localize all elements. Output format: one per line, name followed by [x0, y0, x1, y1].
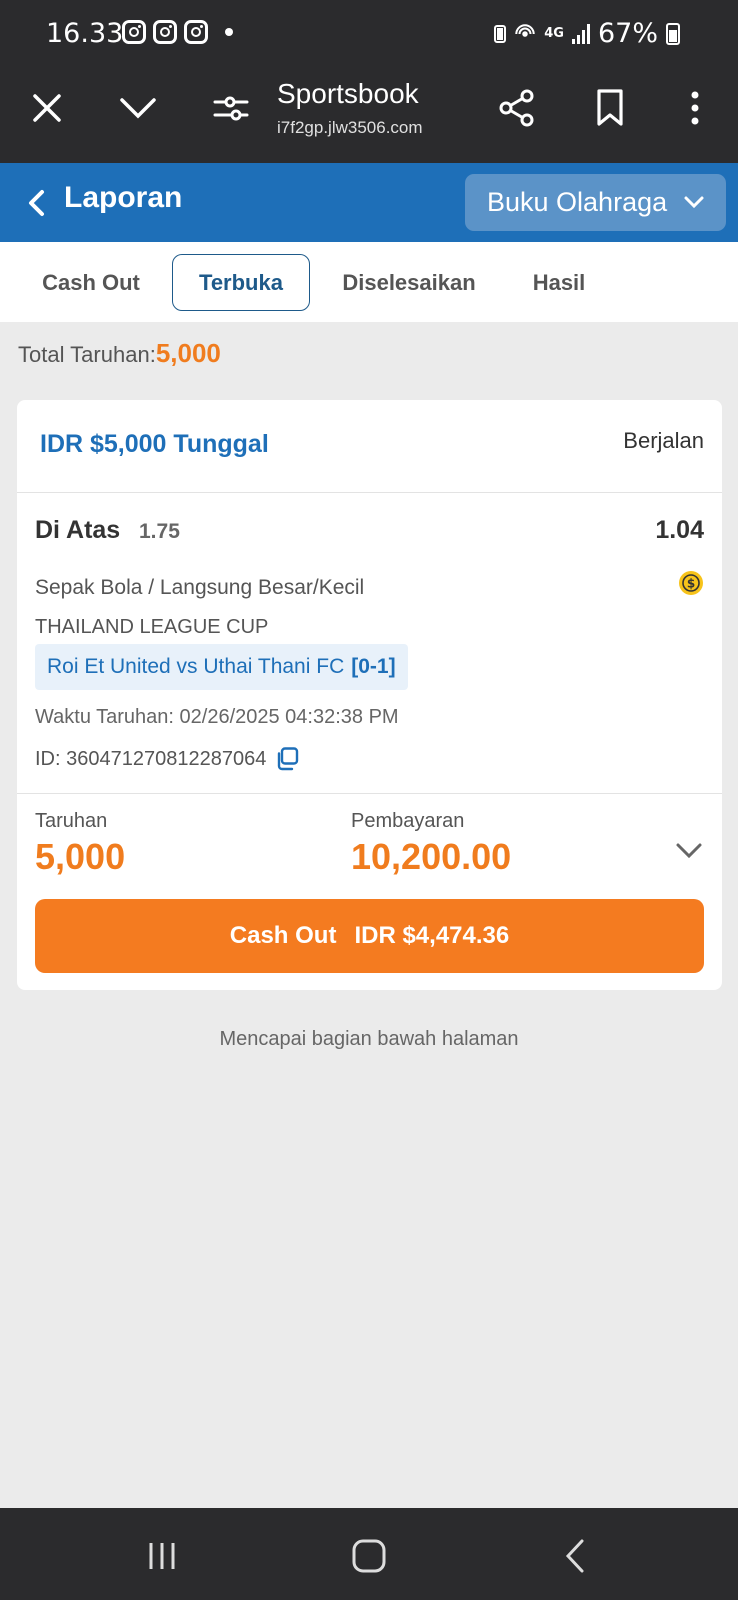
tune-icon[interactable]: [211, 88, 251, 128]
recent-apps-icon[interactable]: [142, 1536, 182, 1576]
tab-hasil[interactable]: Hasil: [512, 254, 606, 311]
battery-icon: [666, 22, 680, 45]
status-time: 16.33: [46, 18, 124, 49]
expand-chevron-icon[interactable]: [674, 836, 704, 866]
home-icon[interactable]: [349, 1536, 389, 1576]
total-value: 5,000: [155, 338, 221, 368]
stake-value: 5,000: [35, 836, 126, 877]
back-arrow-icon[interactable]: [18, 183, 58, 223]
back-icon[interactable]: [556, 1536, 596, 1576]
chevron-down-icon: [684, 196, 704, 209]
tab-cash-out[interactable]: Cash Out: [22, 254, 160, 311]
instagram-icon: [122, 20, 146, 44]
payout-value: 10,200.00: [351, 836, 512, 877]
bet-title: IDR $5,000 Tunggal: [40, 430, 269, 458]
signal-icon: [571, 23, 590, 44]
cash-out-value: IDR $4,474.36: [354, 922, 510, 949]
total-label: Total Taruhan:: [18, 342, 156, 367]
notification-icons: [122, 20, 233, 44]
dropdown-label: Buku Olahraga: [487, 187, 668, 217]
tab-diselesaikan[interactable]: Diselesaikan: [330, 254, 488, 311]
bet-time: Waktu Taruhan: 02/26/2025 04:32:38 PM: [35, 706, 399, 728]
bet-card: IDR $5,000 Tunggal Berjalan Di Atas 1.75…: [17, 400, 722, 990]
selection-name: Di Atas: [35, 516, 121, 544]
report-header: Laporan Buku Olahraga: [0, 163, 738, 242]
match-score: [0-1]: [351, 655, 396, 678]
browser-url[interactable]: i7f2gp.jlw3506.com: [277, 118, 423, 138]
selection-odds: 1.04: [655, 516, 704, 544]
match-info[interactable]: Roi Et United vs Uthai Thani FC [0-1]: [35, 644, 408, 690]
instagram-icon: [184, 20, 208, 44]
league-name: THAILAND LEAGUE CUP: [35, 616, 269, 638]
bet-id: ID: 360471270812287064: [35, 747, 267, 770]
bet-card-header: IDR $5,000 Tunggal Berjalan: [17, 400, 722, 493]
tab-terbuka[interactable]: Terbuka: [172, 254, 310, 311]
page-title: Laporan: [64, 181, 183, 214]
payout-label: Pembayaran: [351, 810, 465, 832]
copy-icon[interactable]: [274, 746, 300, 772]
chevron-down-icon[interactable]: [118, 88, 158, 128]
battery-percent: 67%: [597, 18, 658, 49]
bet-status: Berjalan: [623, 428, 704, 453]
notification-dot-icon: [225, 28, 233, 36]
tabs-bar: Cash Out Terbuka Diselesaikan Hasil: [0, 242, 738, 322]
close-icon[interactable]: [27, 88, 67, 128]
share-icon[interactable]: [497, 88, 537, 128]
cash-out-button[interactable]: Cash Out IDR $4,474.36: [35, 899, 704, 973]
more-vert-icon[interactable]: [675, 88, 715, 128]
top-system-area: 16.33 4G 67% Sportsbook i7f2gp.jlw3506.c…: [0, 0, 738, 163]
hotspot-icon: [515, 23, 535, 37]
market-type: Sepak Bola / Langsung Besar/Kecil: [35, 576, 365, 599]
stake-label: Taruhan: [35, 810, 108, 832]
selection-line: 1.75: [139, 520, 180, 543]
network-type: 4G: [544, 25, 564, 41]
status-bar: 16.33 4G 67%: [0, 0, 738, 70]
browser-page-title: Sportsbook: [277, 78, 419, 109]
bet-amounts: Taruhan 5,000 Pembayaran 10,200.00 Cash …: [17, 793, 722, 990]
instagram-icon: [153, 20, 177, 44]
match-teams: Roi Et United vs Uthai Thani FC: [47, 655, 345, 678]
status-right-group: 4G 67%: [494, 18, 680, 49]
bet-id-row: ID: 360471270812287064: [35, 746, 300, 772]
browser-toolbar: Sportsbook i7f2gp.jlw3506.com: [0, 70, 738, 163]
cash-out-label: Cash Out: [229, 922, 337, 949]
cashout-coin-icon: $: [679, 571, 703, 595]
bookmark-icon[interactable]: [590, 88, 630, 128]
sportsbook-dropdown[interactable]: Buku Olahraga: [465, 174, 726, 231]
total-bets: Total Taruhan:5,000: [18, 338, 221, 369]
end-of-page-note: Mencapai bagian bawah halaman: [219, 1028, 519, 1050]
svg-text:$: $: [687, 577, 695, 591]
system-nav-bar: [0, 1508, 738, 1600]
battery-saver-icon: [494, 24, 507, 43]
